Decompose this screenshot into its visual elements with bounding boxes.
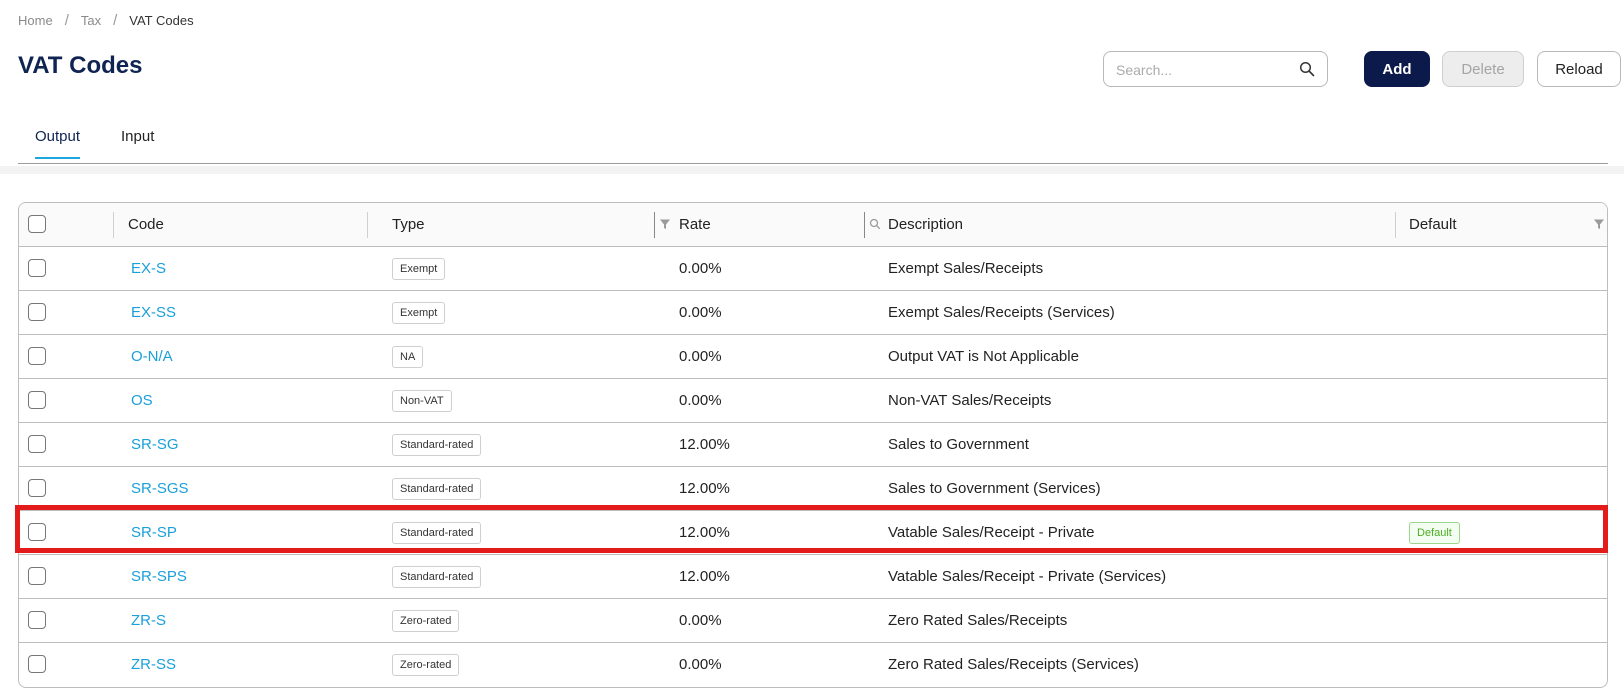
description-text: Sales to Government — [888, 436, 1029, 453]
filter-icon[interactable] — [659, 218, 671, 230]
type-tag: NA — [392, 346, 424, 368]
description-text: Vatable Sales/Receipt - Private (Service… — [888, 568, 1167, 585]
row-checkbox[interactable] — [28, 655, 46, 673]
code-link[interactable]: O-N/A — [131, 348, 173, 365]
type-tag: Non-VAT — [392, 390, 452, 412]
column-header-code[interactable]: Code — [128, 216, 164, 233]
table-row[interactable]: ZR-SS Zero-rated 0.00% Zero Rated Sales/… — [19, 643, 1607, 687]
column-header-description[interactable]: Description — [888, 216, 963, 233]
row-checkbox[interactable] — [28, 567, 46, 585]
rate-value: 0.00% — [679, 348, 722, 365]
row-checkbox[interactable] — [28, 391, 46, 409]
table-row[interactable]: SR-SGS Standard-rated 12.00% Sales to Go… — [19, 467, 1607, 511]
type-tag: Standard-rated — [392, 566, 482, 588]
breadcrumb-home[interactable]: Home — [18, 13, 53, 28]
breadcrumb-tax[interactable]: Tax — [81, 13, 101, 28]
row-checkbox[interactable] — [28, 435, 46, 453]
select-all-checkbox[interactable] — [28, 215, 46, 233]
row-checkbox[interactable] — [28, 347, 46, 365]
description-text: Exempt Sales/Receipts (Services) — [888, 304, 1115, 321]
description-text: Exempt Sales/Receipts — [888, 260, 1044, 277]
row-checkbox[interactable] — [28, 259, 46, 277]
breadcrumb-current: VAT Codes — [129, 13, 194, 28]
table-row[interactable]: ZR-S Zero-rated 0.00% Zero Rated Sales/R… — [19, 599, 1607, 643]
code-link[interactable]: SR-SP — [131, 524, 177, 541]
column-header-type[interactable]: Type — [392, 216, 425, 233]
row-checkbox[interactable] — [28, 479, 46, 497]
table-row[interactable]: O-N/A NA 0.00% Output VAT is Not Applica… — [19, 335, 1607, 379]
table-row[interactable]: SR-SPS Standard-rated 12.00% Vatable Sal… — [19, 555, 1607, 599]
column-header-rate[interactable]: Rate — [679, 216, 711, 233]
rate-value: 12.00% — [679, 524, 730, 541]
type-tag: Exempt — [392, 258, 446, 280]
rate-value: 0.00% — [679, 392, 722, 409]
type-tag: Zero-rated — [392, 610, 460, 632]
breadcrumb-separator: / — [64, 12, 69, 29]
code-link[interactable]: EX-SS — [131, 304, 176, 321]
code-link[interactable]: OS — [131, 392, 153, 409]
description-text: Zero Rated Sales/Receipts — [888, 612, 1068, 629]
column-header-default[interactable]: Default — [1409, 216, 1457, 233]
code-link[interactable]: ZR-S — [131, 612, 166, 629]
delete-button[interactable]: Delete — [1442, 51, 1524, 87]
rate-value: 0.00% — [679, 656, 722, 673]
code-link[interactable]: ZR-SS — [131, 656, 176, 673]
column-resize-handle[interactable] — [654, 212, 655, 238]
tab-output[interactable]: Output — [35, 128, 81, 159]
add-button[interactable]: Add — [1364, 51, 1430, 87]
column-resize-handle[interactable] — [864, 212, 865, 238]
description-text: Vatable Sales/Receipt - Private — [888, 524, 1095, 541]
row-checkbox[interactable] — [28, 303, 46, 321]
column-resize-handle[interactable] — [1395, 212, 1396, 238]
tab-input[interactable]: Input — [121, 128, 154, 157]
code-link[interactable]: SR-SG — [131, 436, 179, 453]
search-input[interactable] — [1116, 60, 1296, 80]
type-tag: Standard-rated — [392, 478, 482, 500]
type-tag: Standard-rated — [392, 522, 482, 544]
code-link[interactable]: EX-S — [131, 260, 166, 277]
section-divider — [0, 166, 1624, 174]
rate-value: 0.00% — [679, 304, 722, 321]
row-checkbox[interactable] — [28, 523, 46, 541]
column-resize-handle[interactable] — [367, 212, 368, 238]
description-text: Sales to Government (Services) — [888, 480, 1101, 497]
row-checkbox[interactable] — [28, 611, 46, 629]
default-badge: Default — [1409, 522, 1460, 544]
table-row[interactable]: OS Non-VAT 0.00% Non-VAT Sales/Receipts — [19, 379, 1607, 423]
rate-value: 12.00% — [679, 480, 730, 497]
table-row[interactable]: EX-SS Exempt 0.00% Exempt Sales/Receipts… — [19, 291, 1607, 335]
table-row[interactable]: SR-SG Standard-rated 12.00% Sales to Gov… — [19, 423, 1607, 467]
tab-bar: Output Input — [18, 120, 1608, 164]
description-text: Output VAT is Not Applicable — [888, 348, 1079, 365]
rate-value: 0.00% — [679, 612, 722, 629]
type-tag: Zero-rated — [392, 654, 460, 676]
description-text: Non-VAT Sales/Receipts — [888, 392, 1052, 409]
search-icon[interactable] — [869, 218, 881, 230]
rate-value: 0.00% — [679, 260, 722, 277]
rate-value: 12.00% — [679, 568, 730, 585]
rate-value: 12.00% — [679, 436, 730, 453]
search-box[interactable] — [1103, 51, 1328, 87]
type-tag: Standard-rated — [392, 434, 482, 456]
reload-button[interactable]: Reload — [1537, 51, 1621, 87]
table-header: Code Type Rate Description Default — [19, 203, 1607, 247]
code-link[interactable]: SR-SGS — [131, 480, 189, 497]
page-title: VAT Codes — [18, 52, 143, 79]
vat-codes-table: Code Type Rate Description Default EX-S … — [18, 202, 1608, 688]
breadcrumb-separator: / — [113, 12, 118, 29]
type-tag: Exempt — [392, 302, 446, 324]
breadcrumb: Home / Tax / VAT Codes — [18, 12, 194, 29]
search-icon[interactable] — [1299, 61, 1315, 77]
column-resize-handle[interactable] — [113, 212, 114, 238]
filter-icon[interactable] — [1593, 218, 1605, 230]
description-text: Zero Rated Sales/Receipts (Services) — [888, 656, 1139, 673]
code-link[interactable]: SR-SPS — [131, 568, 187, 585]
table-row[interactable]: EX-S Exempt 0.00% Exempt Sales/Receipts — [19, 247, 1607, 291]
table-row[interactable]: SR-SP Standard-rated 12.00% Vatable Sale… — [19, 511, 1607, 555]
